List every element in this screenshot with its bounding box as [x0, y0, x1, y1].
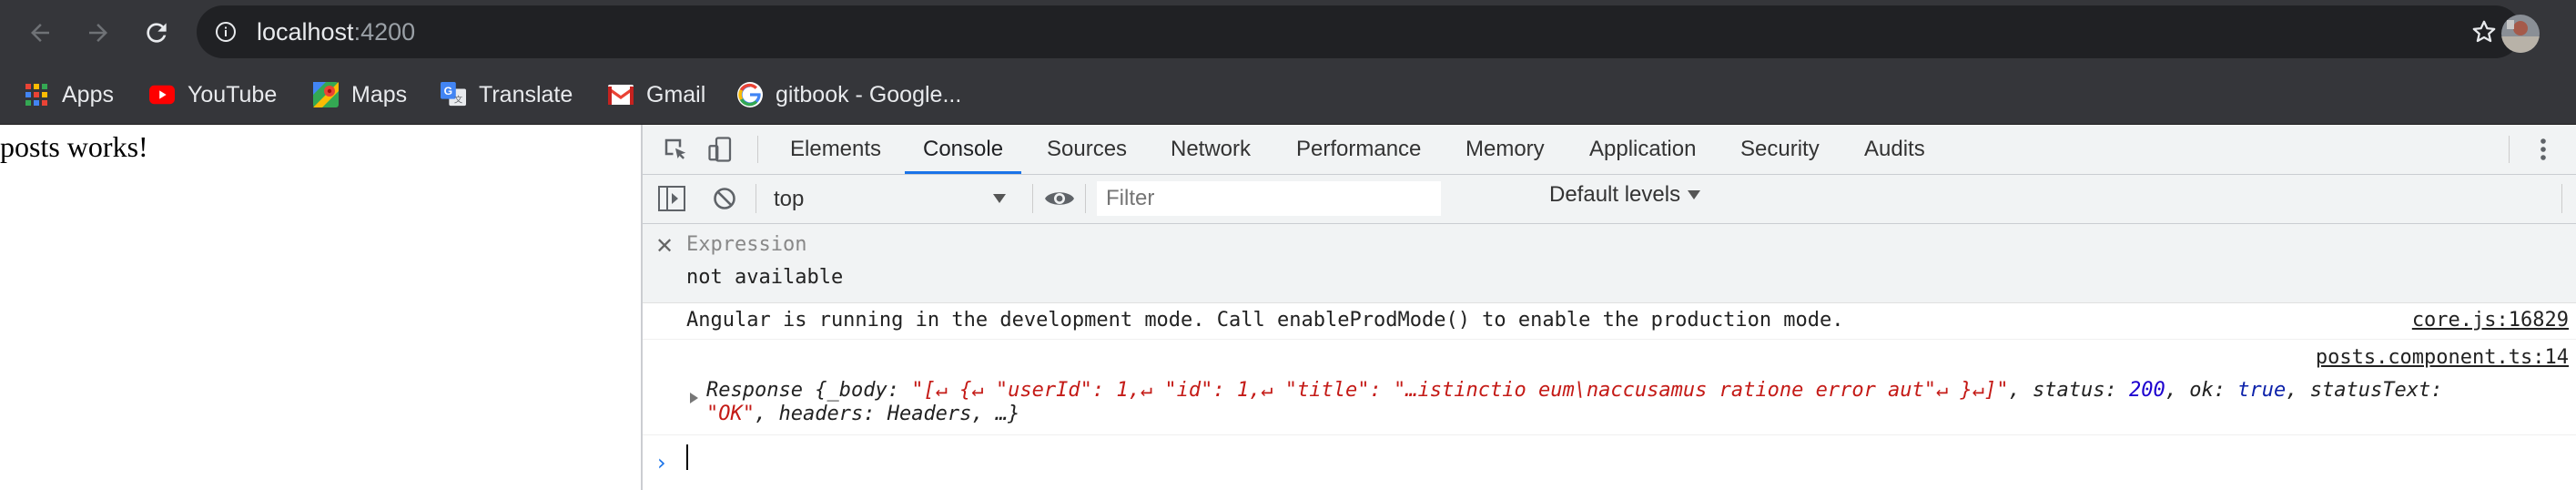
object-number-value: 200 — [2129, 379, 2165, 402]
url-host: localhost — [257, 18, 354, 46]
chevron-down-icon — [1688, 190, 1701, 199]
browser-toolbar: localhost:4200 — [0, 0, 2576, 66]
object-string-value: "OK" — [706, 403, 755, 425]
device-toolbar-icon[interactable] — [705, 133, 737, 166]
maps-icon — [313, 82, 339, 107]
close-icon[interactable]: ✕ — [655, 233, 674, 259]
message-text: Angular is running in the development mo… — [686, 309, 1844, 332]
reload-icon — [147, 23, 167, 43]
object-key: statusText — [2309, 379, 2431, 402]
context-value: top — [774, 187, 805, 211]
url-text: localhost:4200 — [257, 18, 415, 46]
bookmark-label: Apps — [62, 81, 114, 107]
inspect-element-icon[interactable] — [659, 133, 692, 166]
object-preview-line-2[interactable]: "OK", headers: Headers, …} — [706, 403, 1019, 425]
tab-memory[interactable]: Memory — [1465, 125, 1545, 174]
toolbar-separator — [1032, 184, 1033, 213]
bookmark-label: gitbook - Google... — [776, 81, 962, 107]
object-preview-line-1[interactable]: Response {_body: "[↵ {↵ "userId": 1,↵ "i… — [706, 379, 2442, 402]
info-icon[interactable] — [215, 21, 237, 43]
tab-separator — [2509, 136, 2510, 163]
live-expression: ✕ Expression not available — [643, 224, 2576, 303]
apps-grid-icon — [24, 82, 49, 107]
page-text: posts works! — [0, 130, 148, 163]
message-source-link[interactable]: posts.component.ts:14 — [2316, 346, 2569, 369]
object-value: Headers, …} — [887, 403, 1020, 425]
bookmark-translate[interactable]: G文 Translate — [441, 77, 573, 113]
context-selector[interactable]: top — [774, 183, 1019, 216]
log-levels-label: Default levels — [1549, 182, 1681, 207]
page-viewport: posts works! — [0, 125, 641, 490]
bookmark-label: YouTube — [188, 81, 278, 107]
tab-sources[interactable]: Sources — [1047, 125, 1127, 174]
toolbar-separator — [1085, 184, 1086, 213]
tab-elements[interactable]: Elements — [790, 125, 881, 174]
expression-label: Expression — [686, 233, 807, 256]
tab-performance[interactable]: Performance — [1296, 125, 1421, 174]
console-input[interactable] — [686, 444, 688, 470]
expand-triangle-icon[interactable] — [690, 393, 698, 403]
gmail-icon — [608, 82, 634, 107]
console-message: posts.component.ts:14 Response {_body: "… — [643, 341, 2576, 435]
message-source-link[interactable]: core.js:16829 — [2412, 309, 2569, 332]
svg-text:文: 文 — [454, 94, 462, 105]
object-key: ok — [2189, 379, 2214, 402]
object-label: Response — [706, 379, 803, 402]
bookmark-gitbook[interactable]: gitbook - Google... — [737, 77, 961, 113]
object-bool-value: true — [2237, 379, 2287, 402]
expression-value: not available — [686, 266, 844, 289]
console-toolbar: top Default levels — [643, 175, 2576, 224]
bookmark-label: Gmail — [646, 81, 706, 107]
address-bar[interactable]: localhost:4200 — [197, 5, 2521, 58]
back-button[interactable] — [22, 15, 58, 51]
log-levels-dropdown[interactable]: Default levels — [1549, 182, 1701, 208]
youtube-icon — [149, 82, 175, 107]
tab-application[interactable]: Application — [1589, 125, 1696, 174]
bookmark-label: Maps — [351, 81, 408, 107]
show-sidebar-icon[interactable] — [655, 182, 688, 215]
toolbar-separator — [2561, 184, 2562, 213]
clear-console-icon[interactable] — [708, 182, 741, 215]
object-string-value: "[↵ {↵ "userId": 1,↵ "id": 1,↵ "title": … — [911, 379, 2009, 402]
prompt-chevron-icon: › — [657, 450, 666, 475]
devtools-panel: Elements Console Sources Network Perform… — [641, 125, 2576, 490]
tab-console[interactable]: Console — [904, 125, 1022, 174]
forward-arrow-icon — [89, 24, 107, 42]
live-expression-eye-icon[interactable] — [1043, 182, 1076, 215]
bookmark-maps[interactable]: Maps — [313, 77, 407, 113]
object-key: status — [2033, 379, 2105, 402]
tab-audits[interactable]: Audits — [1864, 125, 1925, 174]
profile-avatar[interactable] — [2501, 15, 2540, 53]
avatar-icon — [2501, 15, 2540, 53]
console-output: ✕ Expression not available Angular is ru… — [643, 224, 2576, 490]
url-port: :4200 — [353, 18, 416, 46]
back-arrow-icon — [31, 24, 49, 42]
bookmark-youtube[interactable]: YouTube — [149, 77, 277, 113]
object-key: _body — [827, 379, 887, 402]
bookmark-star-icon[interactable] — [2470, 18, 2498, 46]
tab-separator — [757, 136, 758, 163]
svg-text:G: G — [444, 85, 452, 97]
bookmark-apps[interactable]: Apps — [24, 77, 114, 113]
console-message: Angular is running in the development mo… — [643, 303, 2576, 340]
bookmark-label: Translate — [479, 81, 573, 107]
filter-input[interactable] — [1096, 180, 1442, 217]
google-icon — [737, 82, 763, 107]
forward-button[interactable] — [80, 15, 117, 51]
devtools-tab-bar: Elements Console Sources Network Perform… — [643, 125, 2576, 175]
more-options-icon[interactable] — [2527, 133, 2560, 166]
bookmarks-bar: Apps YouTube Maps G文 Translate Gmail git… — [0, 66, 2576, 125]
chevron-down-icon — [993, 194, 1006, 203]
bookmark-gmail[interactable]: Gmail — [608, 77, 705, 113]
tab-security[interactable]: Security — [1740, 125, 1820, 174]
object-key: headers — [778, 403, 864, 425]
translate-icon: G文 — [441, 82, 466, 107]
reload-button[interactable] — [138, 15, 175, 51]
tab-network[interactable]: Network — [1171, 125, 1251, 174]
